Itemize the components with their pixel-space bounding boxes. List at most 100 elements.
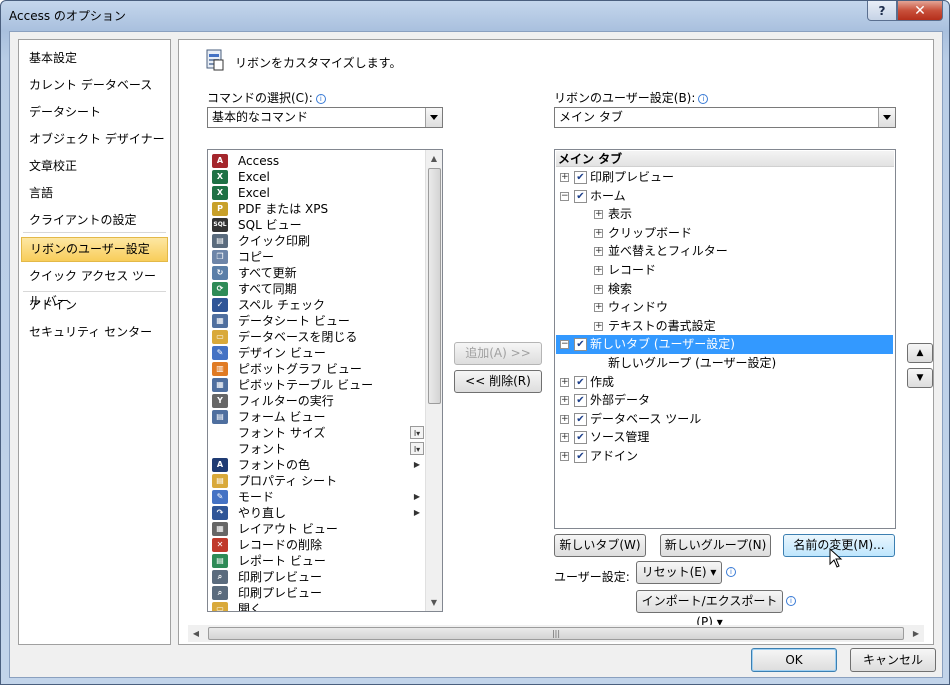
tree-node[interactable]: + クリップボード [556, 224, 893, 243]
import-export-button[interactable]: インポート/エクスポート(P) ▾ [636, 590, 783, 629]
reset-button[interactable]: リセット(E) ▾ [636, 561, 722, 584]
new-group-button[interactable]: 新しいグループ(N) [660, 534, 771, 557]
expand-icon[interactable]: + [594, 247, 603, 257]
cancel-button[interactable]: キャンセル [850, 648, 936, 672]
commands-list[interactable]: ▲ ▼ A Access X Excel X Excel P PDF または XPS SQL SQ… [207, 149, 443, 612]
tree-node[interactable]: 新しいグループ (ユーザー設定) [556, 354, 893, 373]
command-item[interactable]: ▦ レイアウト ビュー [212, 521, 432, 537]
tree-node[interactable]: + ✔ データベース ツール [556, 410, 893, 429]
new-tab-button[interactable]: 新しいタブ(W) [554, 534, 646, 557]
collapse-icon[interactable]: − [560, 340, 569, 350]
nav-item[interactable]: 言語 [21, 181, 168, 206]
tree-node[interactable]: + ✔ 印刷プレビュー [556, 168, 893, 187]
nav-item[interactable]: 基本設定 [21, 46, 168, 71]
command-item[interactable]: ▤ クイック印刷 [212, 233, 432, 249]
scroll-thumb[interactable]: ||| [208, 627, 904, 640]
command-item[interactable]: X Excel [212, 169, 432, 185]
checkbox[interactable]: ✔ [574, 394, 587, 408]
checkbox[interactable]: ✔ [574, 189, 587, 203]
expand-icon[interactable]: + [594, 228, 603, 238]
move-up-button[interactable]: ▲ [907, 343, 933, 363]
nav-item[interactable]: セキュリティ センター [21, 320, 168, 345]
nav-item[interactable]: アドイン [21, 293, 168, 318]
expand-icon[interactable]: + [594, 284, 603, 294]
expand-icon[interactable]: + [560, 396, 569, 406]
command-item[interactable]: ▤ フォーム ビュー [212, 409, 432, 425]
command-item[interactable]: ⌕ 印刷プレビュー [212, 569, 432, 585]
expand-icon[interactable]: + [560, 433, 569, 443]
tree-node[interactable]: + 並べ替えとフィルター [556, 242, 893, 261]
scroll-right-icon[interactable]: ▶ [908, 625, 924, 642]
checkbox[interactable]: ✔ [574, 375, 587, 389]
command-item[interactable]: SQL SQL ビュー [212, 217, 432, 233]
ok-button[interactable]: OK [751, 648, 837, 672]
tree-node[interactable]: + ✔ アドイン [556, 447, 893, 466]
checkbox[interactable]: ✔ [574, 412, 587, 426]
tree-node[interactable]: + テキストの書式設定 [556, 317, 893, 336]
tree-node[interactable]: + 表示 [556, 205, 893, 224]
command-item[interactable]: ❐ コピー [212, 249, 432, 265]
expand-icon[interactable]: + [560, 452, 569, 461]
command-item[interactable]: ▭ データベースを閉じる [212, 329, 432, 345]
command-item[interactable]: ✕ レコードの削除 [212, 537, 432, 553]
command-item[interactable]: ⟳ すべて同期 [212, 281, 432, 297]
nav-item[interactable]: データシート [21, 100, 168, 125]
command-item[interactable]: A Access [212, 153, 432, 169]
nav-item[interactable]: カレント データベース [21, 73, 168, 98]
command-item[interactable]: ▥ ピボットグラフ ビュー [212, 361, 432, 377]
command-item[interactable]: ✓ スペル チェック [212, 297, 432, 313]
expand-icon[interactable]: + [594, 303, 603, 313]
checkbox[interactable]: ✔ [574, 450, 587, 463]
nav-item[interactable]: リボンのユーザー設定 [21, 237, 168, 262]
tree-node[interactable]: + ウィンドウ [556, 298, 893, 317]
command-item[interactable]: Y フィルターの実行 [212, 393, 432, 409]
tree-node[interactable]: + レコード [556, 261, 893, 280]
command-item[interactable]: フォント I▾ [212, 441, 432, 457]
command-item[interactable]: フォント サイズ I▾ [212, 425, 432, 441]
commands-source-combo[interactable]: 基本的なコマンド [207, 107, 443, 128]
tree-node[interactable]: + ✔ 作成 [556, 373, 893, 392]
tree-node[interactable]: − ✔ ホーム [556, 187, 893, 206]
nav-item[interactable]: クイック アクセス ツール バー [21, 264, 168, 308]
help-button[interactable]: ? [867, 1, 897, 21]
command-item[interactable]: ▦ ピボットテーブル ビュー [212, 377, 432, 393]
ribbon-tree[interactable]: メイン タブ + ✔ 印刷プレビュー − ✔ ホーム + 表示 + クリップボード + 並べ替えとフィ… [554, 149, 896, 529]
tree-node[interactable]: + ✔ 外部データ [556, 391, 893, 410]
expand-icon[interactable]: + [594, 321, 603, 331]
command-item[interactable]: ▭ 開く [212, 601, 432, 611]
command-item[interactable]: ⌕ 印刷プレビュー [212, 585, 432, 601]
remove-button[interactable]: << 削除(R) [454, 370, 542, 393]
move-down-button[interactable]: ▼ [907, 368, 933, 388]
expand-icon[interactable]: + [594, 210, 603, 220]
command-item[interactable]: ↷ やり直し ▶ [212, 505, 432, 521]
tree-node[interactable]: + ✔ ソース管理 [556, 428, 893, 447]
nav-item[interactable]: クライアントの設定 [21, 208, 168, 233]
checkbox[interactable]: ✔ [574, 338, 587, 352]
expand-icon[interactable]: + [560, 414, 569, 424]
collapse-icon[interactable]: − [560, 191, 569, 201]
nav-item[interactable]: 文章校正 [21, 154, 168, 179]
command-item[interactable]: ✎ デザイン ビュー [212, 345, 432, 361]
expand-icon[interactable]: + [560, 377, 569, 387]
checkbox[interactable]: ✔ [574, 171, 587, 184]
expand-icon[interactable]: + [594, 266, 603, 275]
ribbon-tabs-combo[interactable]: メイン タブ [554, 107, 896, 128]
add-button[interactable]: 追加(A) >> [454, 342, 542, 365]
close-button[interactable]: ✕ [897, 1, 943, 21]
tree-node[interactable]: − ✔ 新しいタブ (ユーザー設定) [556, 335, 893, 355]
command-item[interactable]: ▤ プロパティ シート [212, 473, 432, 489]
command-item[interactable]: A フォントの色 ▶ [212, 457, 432, 473]
chevron-down-icon[interactable] [425, 108, 442, 127]
command-item[interactable]: ✎ モード ▶ [212, 489, 432, 505]
expand-icon[interactable]: + [560, 173, 569, 182]
checkbox[interactable]: ✔ [574, 431, 587, 445]
horizontal-scrollbar[interactable]: ◀ ||| ▶ [188, 625, 924, 642]
command-item[interactable]: X Excel [212, 185, 432, 201]
chevron-down-icon[interactable] [878, 108, 895, 127]
command-item[interactable]: ↻ すべて更新 [212, 265, 432, 281]
scroll-left-icon[interactable]: ◀ [188, 625, 204, 642]
command-item[interactable]: ▤ レポート ビュー [212, 553, 432, 569]
command-item[interactable]: ▦ データシート ビュー [212, 313, 432, 329]
nav-item[interactable]: オブジェクト デザイナー [21, 127, 168, 152]
command-item[interactable]: P PDF または XPS [212, 201, 432, 217]
